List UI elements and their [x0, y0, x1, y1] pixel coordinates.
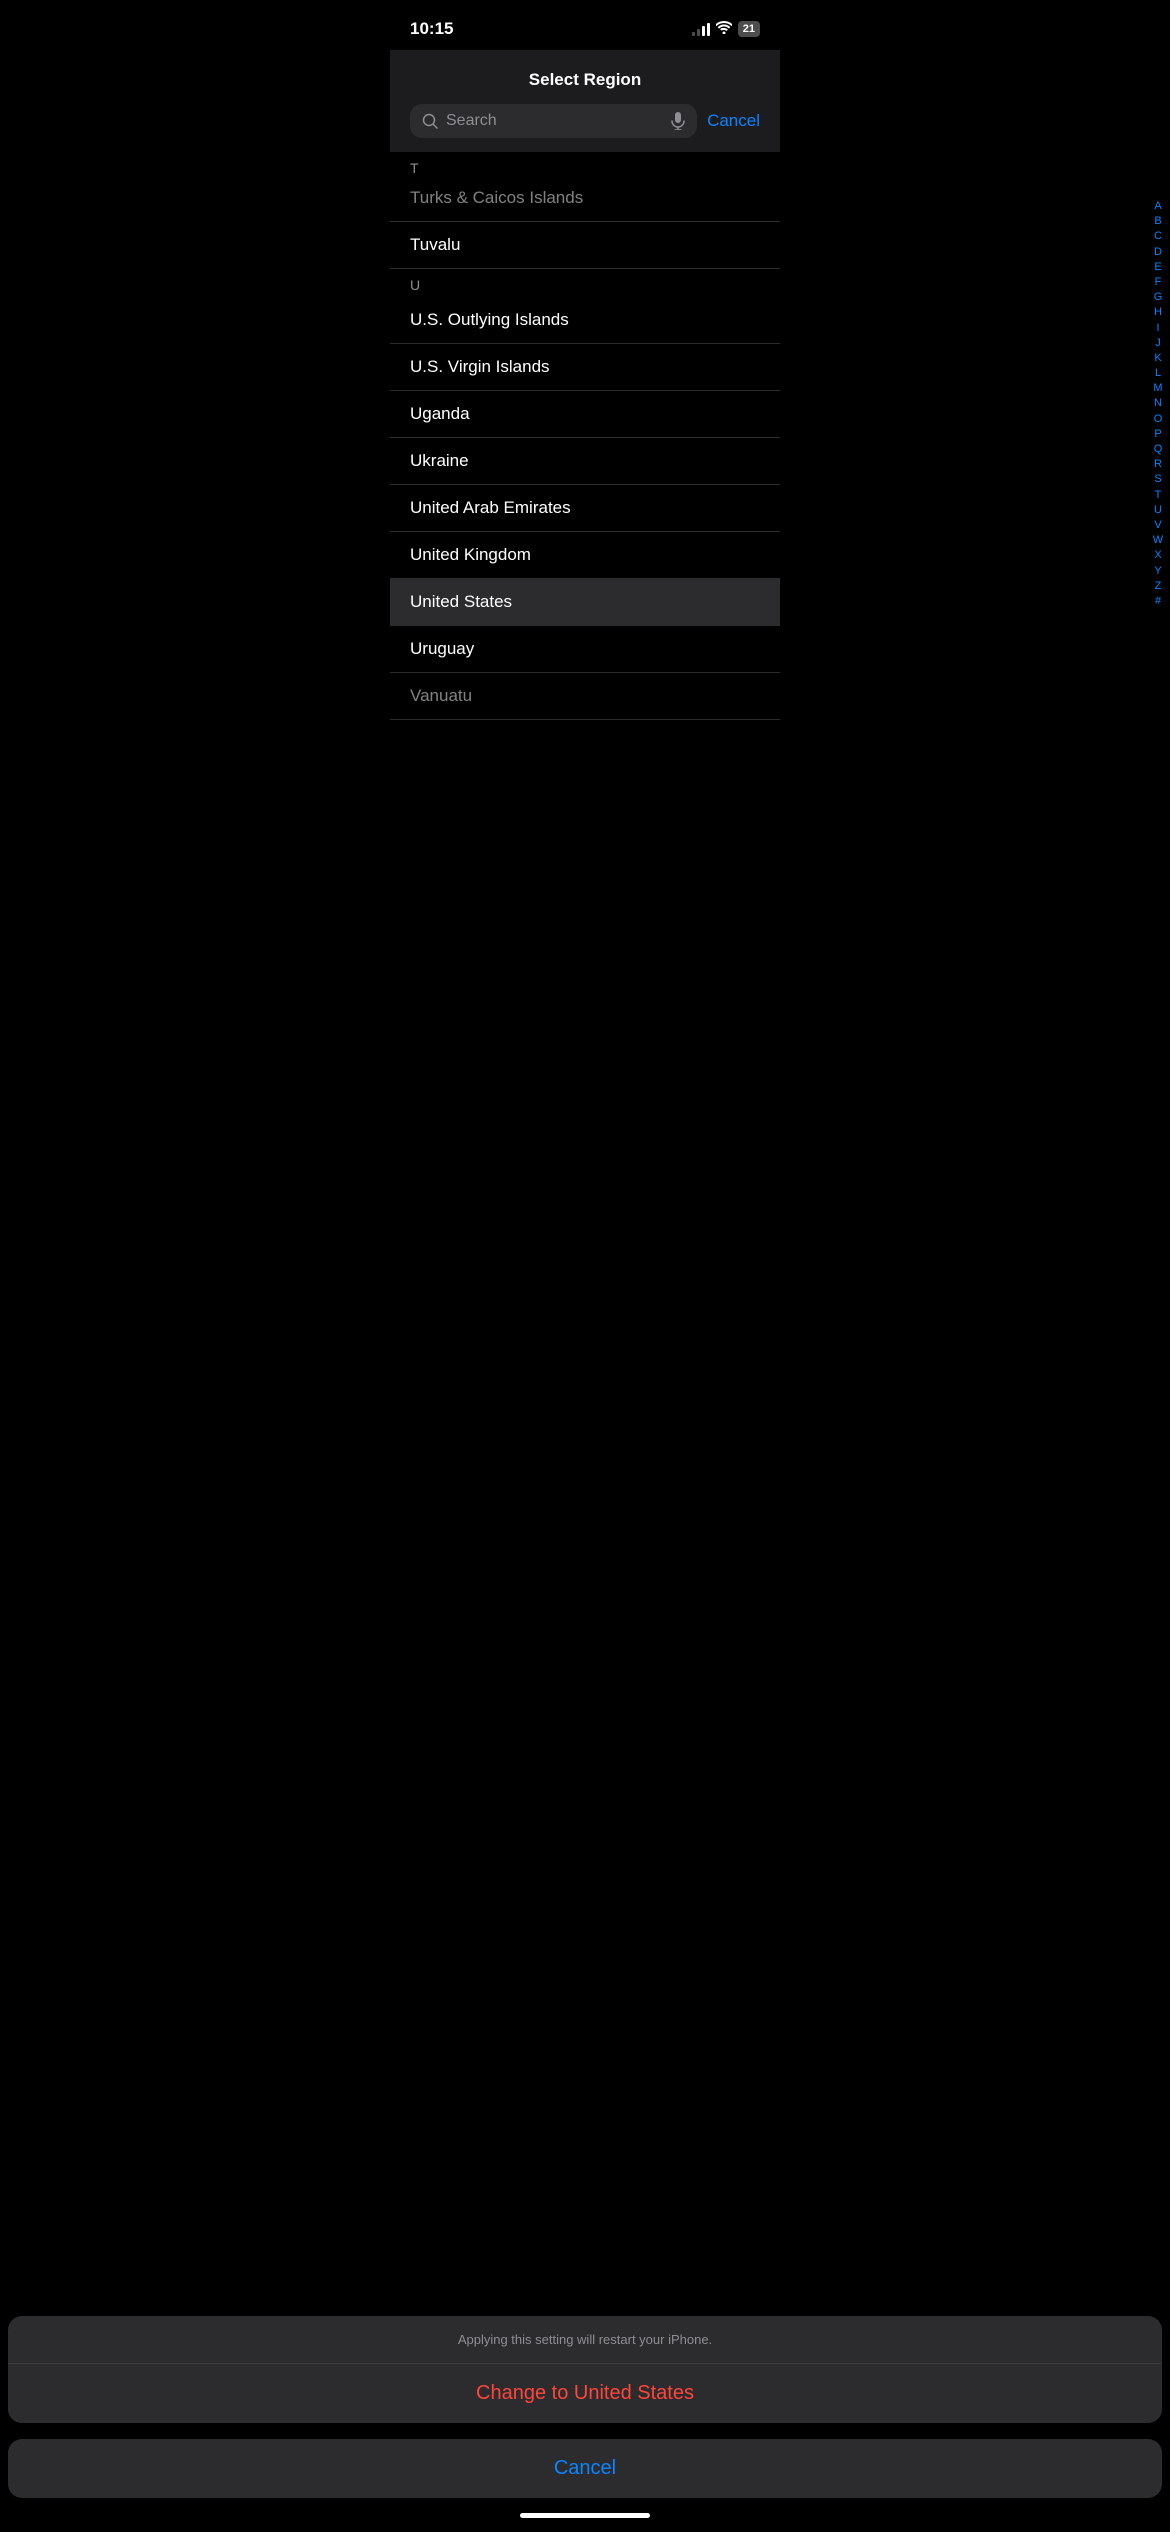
alpha-a[interactable]: A — [1150, 200, 1166, 213]
alpha-f[interactable]: F — [1150, 276, 1166, 289]
alpha-r[interactable]: R — [1150, 458, 1166, 471]
search-cancel-button[interactable]: Cancel — [707, 111, 760, 131]
alpha-t[interactable]: T — [1150, 489, 1166, 502]
list-item[interactable]: U.S. Outlying Islands — [390, 297, 780, 344]
section-header-t: T — [390, 152, 780, 180]
alpha-d[interactable]: D — [1150, 246, 1166, 259]
alpha-l[interactable]: L — [1150, 367, 1166, 380]
search-bar: Cancel — [410, 104, 760, 152]
action-sheet: Applying this setting will restart your … — [8, 2316, 1162, 2423]
list-item-vanuatu[interactable]: Vanuatu — [390, 673, 780, 720]
signal-icon — [692, 22, 710, 36]
page-header: Select Region Cancel — [390, 50, 780, 152]
alpha-w[interactable]: W — [1150, 534, 1166, 547]
alpha-i[interactable]: I — [1150, 322, 1166, 335]
alpha-e[interactable]: E — [1150, 261, 1166, 274]
alpha-q[interactable]: Q — [1150, 443, 1166, 456]
status-bar: 10:15 21 — [390, 0, 780, 50]
alpha-hash[interactable]: # — [1150, 595, 1166, 608]
page-title: Select Region — [410, 60, 760, 104]
list-item[interactable]: Uganda — [390, 391, 780, 438]
alpha-j[interactable]: J — [1150, 337, 1166, 350]
list-item[interactable]: Uruguay — [390, 626, 780, 673]
list-item[interactable]: Tuvalu — [390, 222, 780, 269]
alpha-o[interactable]: O — [1150, 413, 1166, 426]
alpha-s[interactable]: S — [1150, 473, 1166, 486]
alpha-c[interactable]: C — [1150, 230, 1166, 243]
wifi-icon — [716, 21, 732, 37]
alpha-m[interactable]: M — [1150, 382, 1166, 395]
section-header-u: U — [390, 269, 780, 297]
action-sheet-overlay: Applying this setting will restart your … — [0, 2316, 1170, 2532]
status-icons: 21 — [692, 21, 760, 37]
list-item[interactable]: U.S. Virgin Islands — [390, 344, 780, 391]
alpha-k[interactable]: K — [1150, 352, 1166, 365]
alpha-h[interactable]: H — [1150, 306, 1166, 319]
list-item-united-states[interactable]: United States — [390, 579, 780, 626]
alpha-n[interactable]: N — [1150, 397, 1166, 410]
action-sheet-cancel-button[interactable]: Cancel — [8, 2439, 1162, 2498]
list-item[interactable]: United Arab Emirates — [390, 485, 780, 532]
action-sheet-message: Applying this setting will restart your … — [8, 2316, 1162, 2364]
alpha-z[interactable]: Z — [1150, 580, 1166, 593]
confirm-change-button[interactable]: Change to United States — [8, 2364, 1162, 2423]
list-item[interactable]: Ukraine — [390, 438, 780, 485]
search-input-wrapper[interactable] — [410, 104, 697, 138]
list-item[interactable]: United Kingdom — [390, 532, 780, 579]
home-bar — [520, 2513, 650, 2518]
alphabet-index: A B C D E F G H I J K L M N O P Q R S T … — [1150, 200, 1166, 608]
home-indicator — [0, 2498, 1170, 2532]
alpha-y[interactable]: Y — [1150, 565, 1166, 578]
battery-icon: 21 — [738, 21, 760, 37]
status-time: 10:15 — [410, 19, 453, 39]
search-input[interactable] — [446, 112, 663, 130]
alpha-b[interactable]: B — [1150, 215, 1166, 228]
alpha-u[interactable]: U — [1150, 504, 1166, 517]
alpha-p[interactable]: P — [1150, 428, 1166, 441]
alpha-x[interactable]: X — [1150, 549, 1166, 562]
region-list: T Turks & Caicos Islands Tuvalu U U.S. O… — [390, 152, 780, 720]
alpha-g[interactable]: G — [1150, 291, 1166, 304]
list-item[interactable]: Turks & Caicos Islands — [390, 180, 780, 222]
alpha-v[interactable]: V — [1150, 519, 1166, 532]
microphone-icon — [671, 112, 685, 130]
search-icon — [422, 113, 438, 129]
